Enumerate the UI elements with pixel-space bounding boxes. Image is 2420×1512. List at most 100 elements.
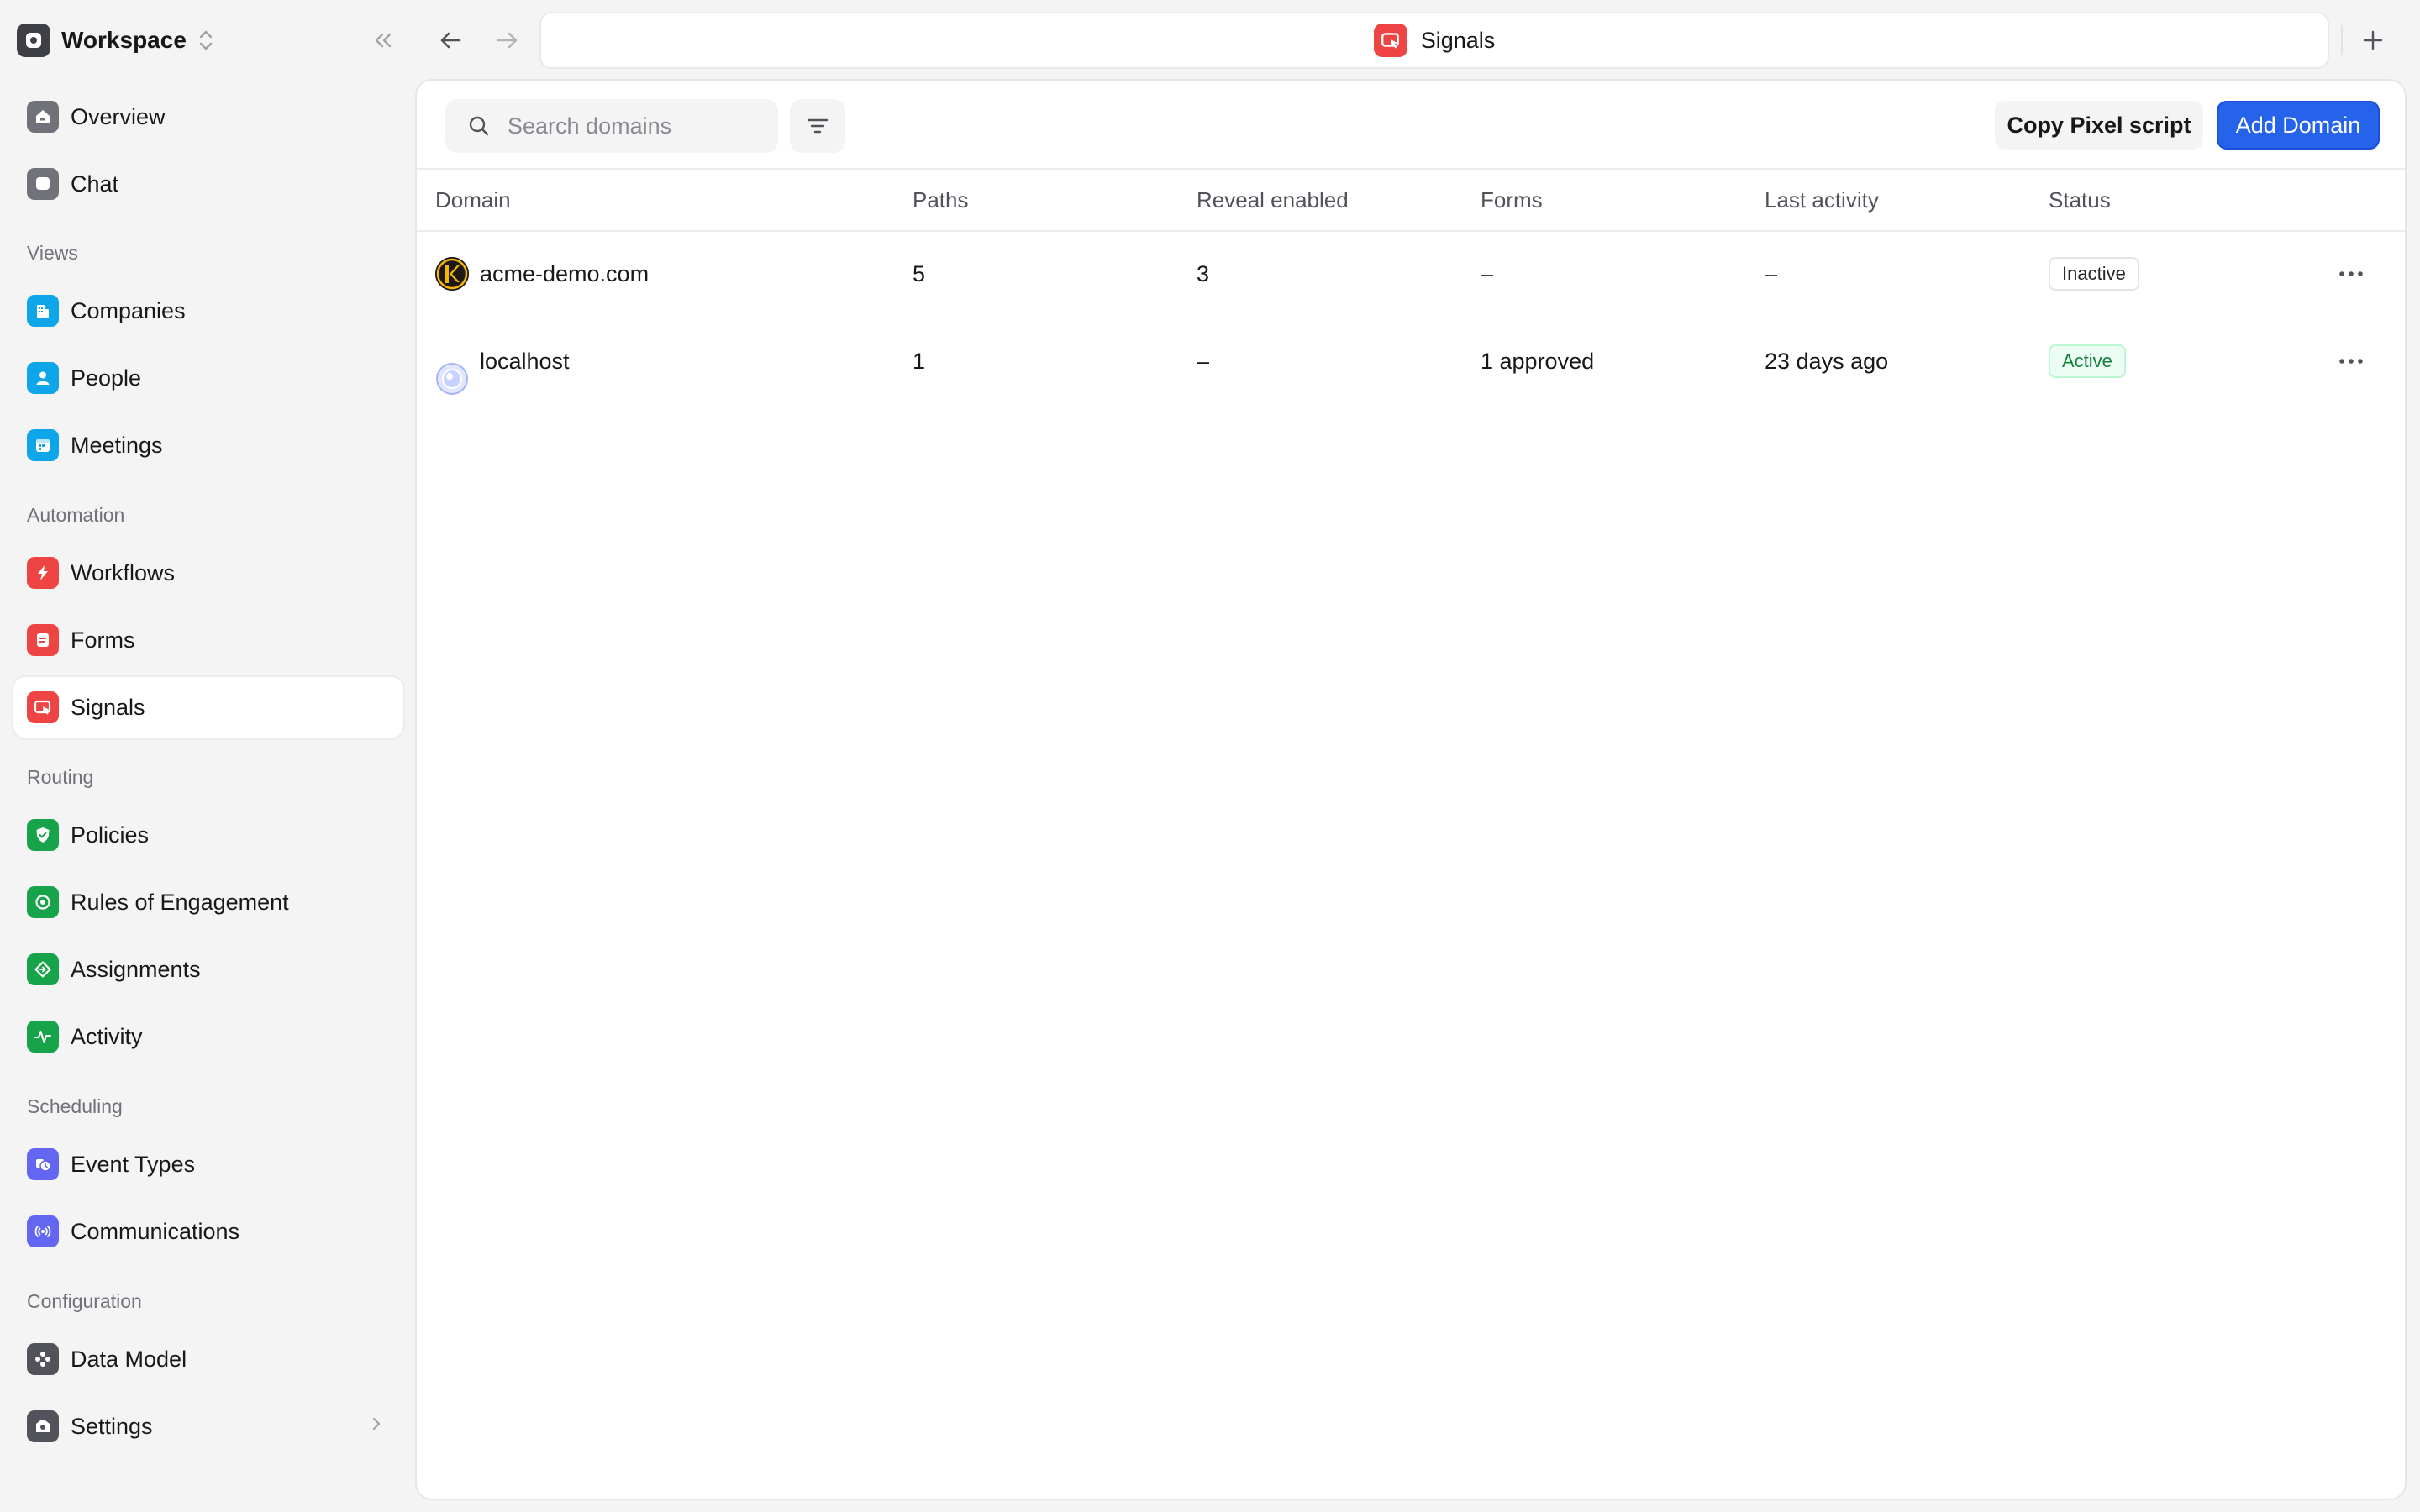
target-icon (27, 886, 59, 918)
table-row[interactable]: acme-demo.com 5 3 – – Inactive (417, 230, 2405, 318)
forms-cell: 1 approved (1481, 349, 1595, 374)
collapse-sidebar-button[interactable] (366, 24, 400, 57)
sidebar-item-label: Signals (71, 694, 145, 720)
calendar-icon (27, 429, 59, 461)
sidebar: Workspace Overview Chat Views Companies … (0, 0, 415, 1512)
forms-cell: – (1481, 261, 1494, 286)
sidebar-item-label: Rules of Engagement (71, 889, 289, 915)
table-header: Domain Paths Reveal enabled Forms Last a… (417, 168, 2405, 232)
sidebar-item-signals[interactable]: Signals (13, 677, 403, 738)
more-horizontal-icon (2339, 271, 2363, 276)
building-icon (27, 295, 59, 327)
double-chevron-left-icon (375, 33, 392, 48)
back-button[interactable] (432, 24, 469, 57)
signal-icon (27, 691, 59, 723)
sidebar-item-forms[interactable]: Forms (13, 610, 403, 670)
search-icon (467, 114, 491, 138)
page-title: Signals (1420, 27, 1496, 53)
pulse-icon (27, 1021, 59, 1053)
column-header-forms[interactable]: Forms (1481, 170, 1543, 230)
settings-icon (27, 1410, 59, 1442)
column-header-last-activity[interactable]: Last activity (1765, 170, 1879, 230)
globe-favicon-icon (435, 344, 469, 395)
sidebar-item-rules-of-engagement[interactable]: Rules of Engagement (13, 872, 403, 932)
new-tab-button[interactable] (2356, 24, 2390, 57)
shield-icon (27, 819, 59, 851)
sidebar-item-label: Assignments (71, 956, 201, 982)
forward-button[interactable] (489, 24, 526, 57)
section-label-automation: Automation (27, 504, 125, 526)
sidebar-item-people[interactable]: People (13, 348, 403, 408)
sidebar-item-communications[interactable]: Communications (13, 1201, 403, 1262)
nodes-icon (27, 1343, 59, 1375)
row-actions-button[interactable] (2326, 344, 2376, 378)
home-icon (27, 101, 59, 133)
sidebar-item-settings[interactable]: Settings (13, 1396, 403, 1457)
sidebar-item-label: Companies (71, 297, 186, 323)
sidebar-item-label: Policies (71, 822, 150, 848)
sidebar-item-meetings[interactable]: Meetings (13, 415, 403, 475)
paths-cell: 5 (913, 261, 926, 286)
column-header-reveal-enabled[interactable]: Reveal enabled (1197, 170, 1349, 230)
section-label-scheduling: Scheduling (27, 1095, 123, 1117)
sidebar-item-label: Activity (71, 1023, 143, 1049)
form-icon (27, 624, 59, 656)
column-header-paths[interactable]: Paths (913, 170, 969, 230)
table-row[interactable]: localhost 1 – 1 approved 23 days ago Act… (417, 318, 2405, 405)
keeper-favicon-icon (435, 257, 469, 291)
domain-cell[interactable]: acme-demo.com (435, 230, 649, 318)
sidebar-item-policies[interactable]: Policies (13, 805, 403, 865)
sidebar-item-activity[interactable]: Activity (13, 1006, 403, 1067)
arrow-right-icon (497, 32, 518, 49)
address-bar[interactable]: Signals (541, 13, 2328, 67)
sidebar-item-label: People (71, 365, 142, 391)
sidebar-item-label: Communications (71, 1218, 240, 1244)
sidebar-item-label: Chat (71, 171, 119, 197)
copy-pixel-script-button[interactable]: Copy Pixel script (1995, 101, 2203, 150)
add-domain-button[interactable]: Add Domain (2217, 101, 2380, 150)
main-panel: Copy Pixel script Add Domain Domain Path… (417, 81, 2405, 1499)
workspace-switcher[interactable]: Workspace (17, 24, 213, 57)
sidebar-item-data-model[interactable]: Data Model (13, 1329, 403, 1389)
sidebar-item-label: Overview (71, 103, 166, 129)
workspace-logo-icon (17, 24, 50, 57)
person-icon (27, 362, 59, 394)
arrow-left-icon (440, 32, 461, 49)
row-actions-button[interactable] (2326, 257, 2376, 291)
sidebar-item-companies[interactable]: Companies (13, 281, 403, 341)
filter-icon (807, 118, 829, 134)
section-label-routing: Routing (27, 766, 94, 788)
clock-icon (27, 1148, 59, 1180)
domain-cell[interactable]: localhost (435, 318, 570, 405)
sidebar-item-label: Workflows (71, 559, 176, 585)
paths-cell: 1 (913, 349, 926, 374)
last-activity-cell: – (1765, 261, 1778, 286)
broadcast-icon (27, 1215, 59, 1247)
domain-name: localhost (480, 349, 570, 374)
sidebar-item-chat[interactable]: Chat (13, 154, 403, 214)
sidebar-item-workflows[interactable]: Workflows (13, 543, 403, 603)
section-label-configuration: Configuration (27, 1290, 142, 1312)
domain-name: acme-demo.com (480, 261, 650, 286)
signal-icon (1373, 24, 1407, 57)
diamond-icon (27, 953, 59, 985)
sidebar-item-label: Forms (71, 627, 135, 653)
column-header-status[interactable]: Status (2049, 170, 2111, 230)
filter-button[interactable] (790, 99, 845, 153)
column-header-domain[interactable]: Domain (435, 170, 511, 230)
chat-icon (27, 168, 59, 200)
sidebar-item-label: Data Model (71, 1346, 187, 1372)
sidebar-item-overview[interactable]: Overview (13, 87, 403, 147)
sidebar-item-assignments[interactable]: Assignments (13, 939, 403, 1000)
status-badge: Inactive (2049, 257, 2139, 291)
sidebar-item-label: Settings (71, 1413, 153, 1439)
sidebar-item-label: Meetings (71, 432, 163, 458)
status-badge: Active (2049, 344, 2126, 378)
reveal-cell: 3 (1197, 261, 1210, 286)
search-input[interactable] (506, 112, 761, 140)
search-box[interactable] (445, 99, 778, 153)
chevron-right-icon (371, 1415, 381, 1437)
sidebar-item-event-types[interactable]: Event Types (13, 1134, 403, 1194)
plus-icon (2363, 30, 2383, 50)
bolt-icon (27, 557, 59, 589)
